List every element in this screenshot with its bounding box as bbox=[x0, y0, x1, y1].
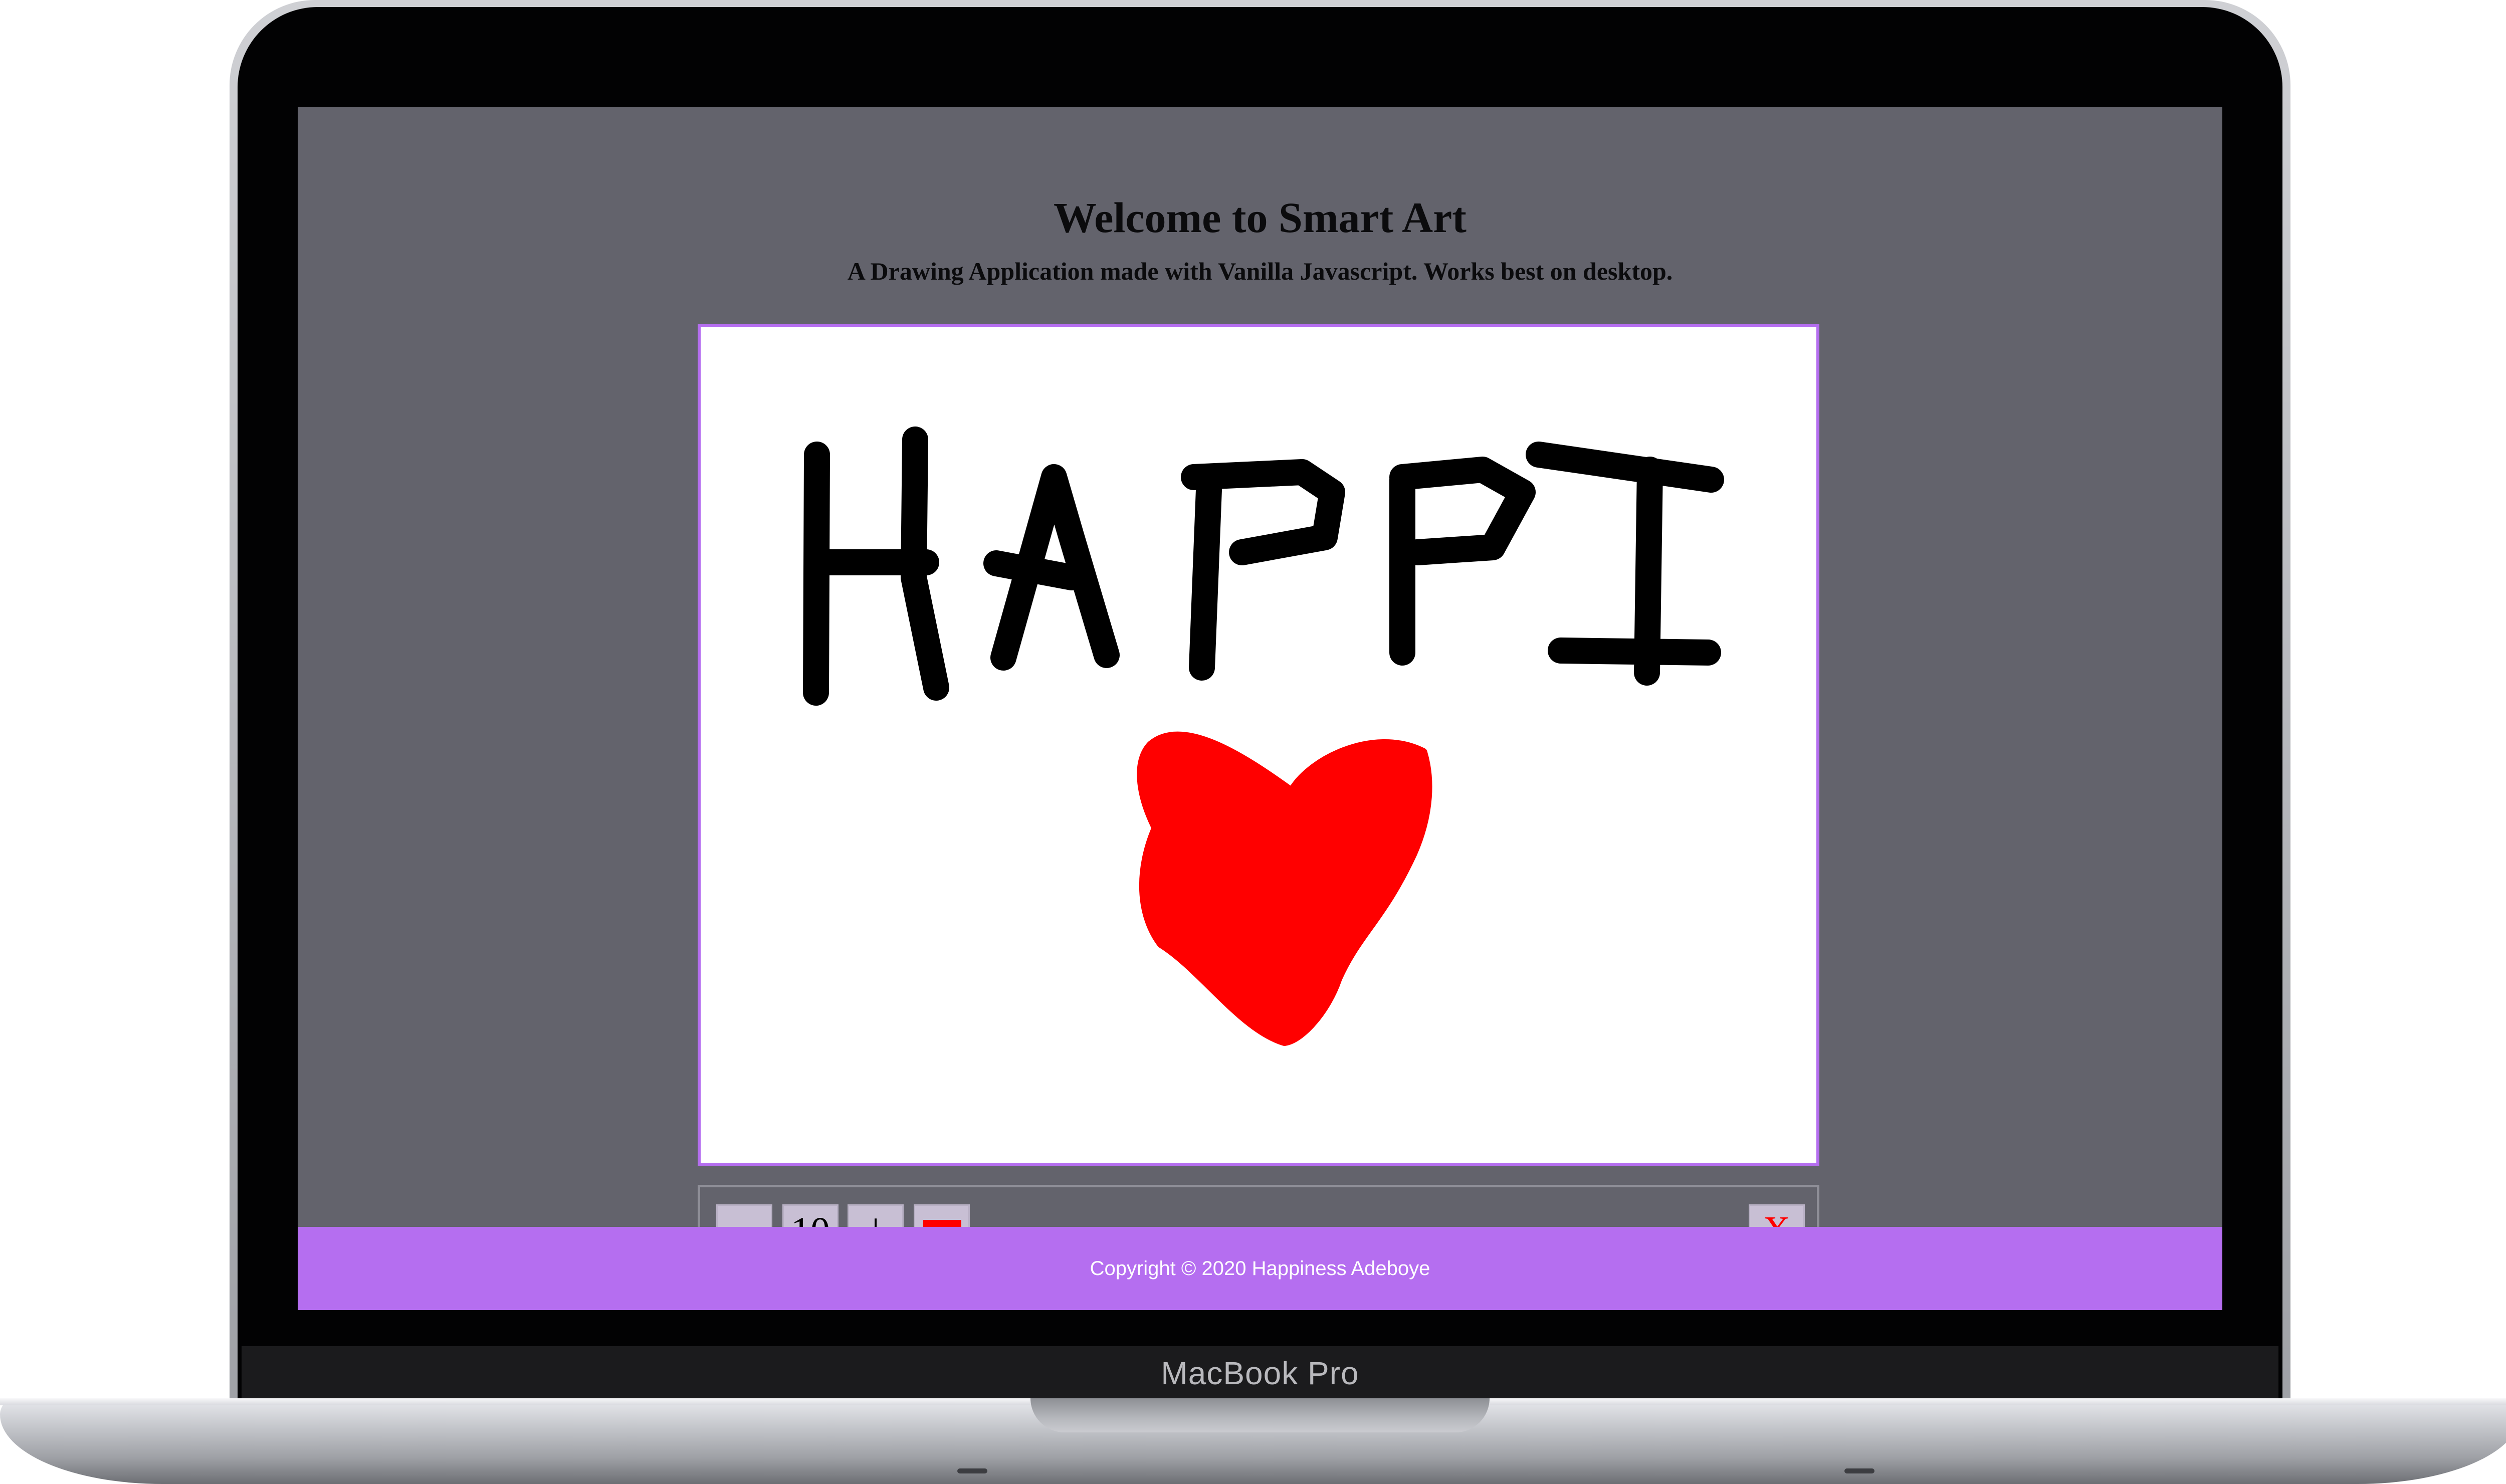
laptop-foot-left bbox=[957, 1468, 987, 1473]
stroke-letter-a bbox=[983, 464, 1120, 671]
copyright-text: Copyright © 2020 Happiness Adeboye bbox=[1090, 1257, 1430, 1280]
canvas-drawing bbox=[803, 427, 1724, 1046]
stroke-letter-p2 bbox=[1389, 457, 1536, 666]
drawn-heart bbox=[1137, 731, 1432, 1046]
app-screen: Welcome to Smart Art A Drawing Applicati… bbox=[298, 107, 2222, 1310]
page-title: Welcome to Smart Art bbox=[1054, 193, 1467, 242]
laptop-foot-right bbox=[1844, 1468, 1874, 1473]
footer: Copyright © 2020 Happiness Adeboye bbox=[298, 1227, 2222, 1310]
drawn-text-strokes bbox=[803, 427, 1724, 706]
laptop-mockup: Welcome to Smart Art A Drawing Applicati… bbox=[0, 0, 2506, 1484]
stroke-letter-i bbox=[1526, 442, 1724, 686]
page-subtitle: A Drawing Application made with Vanilla … bbox=[847, 257, 1673, 285]
laptop-brand-label: MacBook Pro bbox=[1161, 1355, 1359, 1391]
laptop-notch bbox=[1030, 1398, 1490, 1432]
stroke-letter-p bbox=[1181, 459, 1345, 681]
stroke-letter-h bbox=[803, 427, 949, 706]
drawing-canvas[interactable] bbox=[698, 324, 1819, 1166]
